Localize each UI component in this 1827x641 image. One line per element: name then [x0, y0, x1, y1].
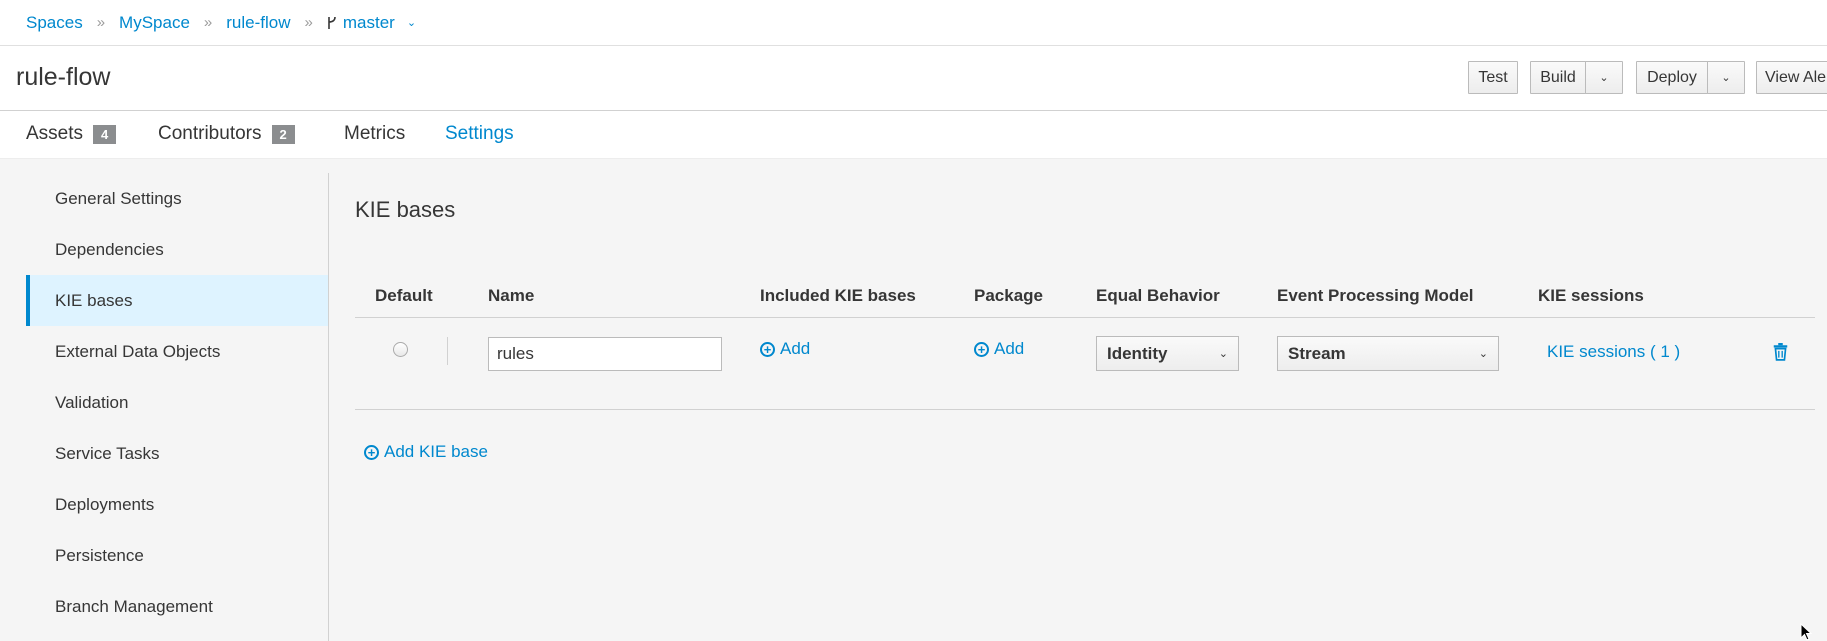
breadcrumb-project[interactable]: rule-flow [226, 13, 290, 33]
sidebar-item-kie-bases[interactable]: KIE bases [26, 275, 328, 326]
sidebar-item-branch-management[interactable]: Branch Management [26, 581, 328, 632]
settings-content: General Settings Dependencies KIE bases … [0, 159, 1827, 641]
column-header-package: Package [974, 286, 1043, 305]
branch-selector[interactable]: master ⌄ [327, 13, 416, 33]
sidebar-item-persistence[interactable]: Persistence [26, 530, 328, 581]
column-header-event-processing: Event Processing Model [1277, 286, 1474, 305]
branch-name[interactable]: master [343, 13, 395, 33]
count-badge: 2 [271, 124, 295, 144]
table-header-divider [355, 317, 1815, 318]
add-included-kie-base-link[interactable]: + Add [760, 339, 810, 359]
deploy-dropdown-button[interactable]: ⌄ [1707, 61, 1745, 94]
section-title: KIE bases [355, 197, 456, 222]
event-processing-select[interactable]: Stream ⌄ [1277, 336, 1499, 371]
tab-label: Settings [445, 123, 514, 144]
sidebar-item-service-tasks[interactable]: Service Tasks [26, 428, 328, 479]
chevron-down-icon: ⌄ [406, 17, 417, 29]
breadcrumb-spaces[interactable]: Spaces [26, 13, 83, 33]
breadcrumb-separator: » [203, 14, 213, 31]
branch-icon [328, 16, 336, 29]
build-button[interactable]: Build [1530, 61, 1586, 94]
build-dropdown-button[interactable]: ⌄ [1585, 61, 1623, 94]
add-package-link[interactable]: + Add [974, 339, 1024, 359]
tab-label: Metrics [344, 123, 406, 144]
tab-assets[interactable]: Assets 4 [26, 123, 117, 145]
add-kie-base-button[interactable]: + Add KIE base [364, 442, 488, 462]
test-button[interactable]: Test [1468, 61, 1518, 94]
plus-circle-icon: + [760, 341, 775, 357]
sidebar-item-validation[interactable]: Validation [26, 377, 328, 428]
chevron-down-icon: ⌄ [1721, 72, 1731, 84]
view-alerts-button[interactable]: View Ale [1756, 61, 1827, 94]
tab-label: Contributors [158, 123, 262, 144]
plus-circle-icon: + [974, 341, 989, 357]
trash-icon[interactable] [1772, 343, 1789, 361]
sidebar-item-deployments[interactable]: Deployments [26, 479, 328, 530]
equal-behavior-select[interactable]: Identity ⌄ [1096, 336, 1239, 371]
project-header: rule-flow Test Build ⌄ Deploy ⌄ View Ale [0, 46, 1827, 111]
link-label: Add [780, 339, 811, 358]
tab-settings[interactable]: Settings [445, 123, 514, 162]
count-badge: 4 [93, 124, 117, 144]
project-tabs: Assets 4 Contributors 2 Metrics Settings [0, 111, 1827, 162]
sidebar-divider [328, 173, 329, 641]
tab-metrics[interactable]: Metrics [344, 123, 405, 145]
plus-circle-icon: + [364, 444, 379, 460]
mouse-cursor-icon [1800, 623, 1813, 641]
deploy-button[interactable]: Deploy [1636, 61, 1708, 94]
kie-sessions-link[interactable]: KIE sessions ( 1 ) [1547, 342, 1680, 362]
default-radio[interactable] [393, 342, 408, 357]
select-value: Identity [1107, 343, 1168, 363]
cell-divider [447, 337, 448, 365]
table-row-divider [355, 409, 1815, 410]
sidebar-item-general-settings[interactable]: General Settings [26, 173, 328, 224]
select-value: Stream [1288, 343, 1346, 363]
breadcrumb-separator: » [304, 14, 313, 31]
chevron-down-icon: ⌄ [1478, 348, 1488, 360]
chevron-down-icon: ⌄ [1218, 348, 1228, 360]
tab-contributors[interactable]: Contributors 2 [158, 123, 295, 145]
chevron-down-icon: ⌄ [1599, 72, 1609, 84]
link-label: Add KIE base [384, 442, 488, 461]
breadcrumb: Spaces » MySpace » rule-flow » master ⌄ [0, 0, 1827, 46]
breadcrumb-separator: » [96, 14, 106, 31]
column-header-equal-behavior: Equal Behavior [1096, 286, 1220, 305]
settings-sidebar: General Settings Dependencies KIE bases … [26, 173, 328, 632]
column-header-included: Included KIE bases [760, 286, 916, 305]
tab-label: Assets [26, 123, 84, 144]
sidebar-item-external-data-objects[interactable]: External Data Objects [26, 326, 328, 377]
kie-base-name-input[interactable] [488, 337, 722, 371]
column-header-name: Name [488, 286, 535, 305]
column-header-default: Default [375, 286, 433, 305]
breadcrumb-myspace[interactable]: MySpace [119, 13, 190, 33]
sidebar-item-dependencies[interactable]: Dependencies [26, 224, 328, 275]
column-header-kie-sessions: KIE sessions [1538, 286, 1644, 305]
page-title: rule-flow [16, 63, 111, 91]
link-label: Add [994, 339, 1025, 358]
